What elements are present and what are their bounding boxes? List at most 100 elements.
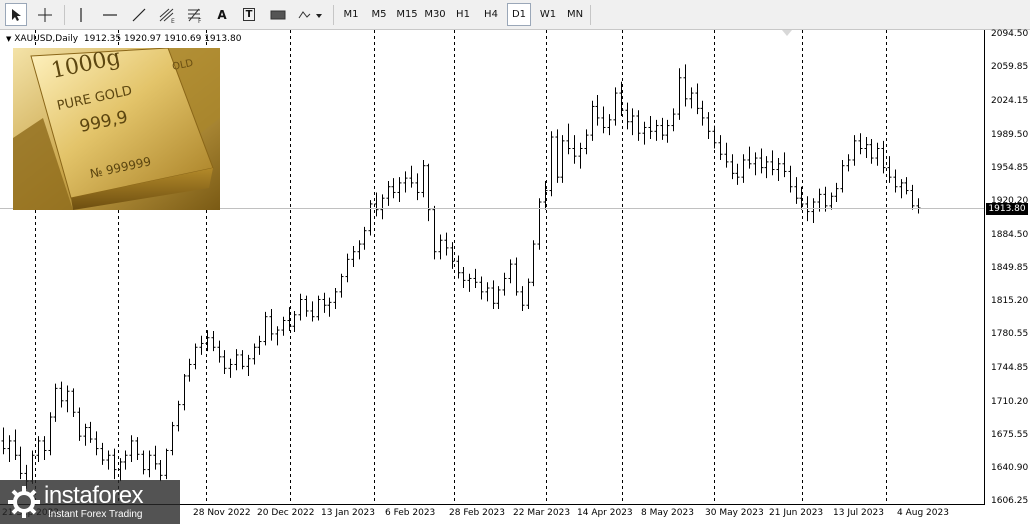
gold-bar-image: 1000g PURE GOLD 999,9 № 999999 OLD: [13, 48, 220, 210]
ohlc-bar: [461, 267, 466, 289]
price-tick-label: 1780.55: [991, 329, 1029, 340]
ohlc-bar: [537, 198, 542, 250]
ohlc-bar: [700, 100, 705, 126]
ohlc-bar: [100, 442, 105, 465]
svg-text:E: E: [171, 18, 175, 23]
ohlc-bar: [782, 152, 787, 178]
time-tick-label: 20 Dec 2022: [257, 508, 315, 518]
ohlc-bar: [409, 165, 414, 188]
ohlc-bar: [840, 159, 845, 193]
ohlc-bar: [322, 292, 327, 313]
ohlc-bar: [327, 297, 332, 317]
ohlc-bar: [118, 458, 123, 482]
ohlc-bar: [555, 129, 560, 183]
ohlc-bar: [718, 135, 723, 160]
ohlc-bar: [910, 184, 915, 210]
ohlc-bar: [630, 108, 635, 136]
ohlc-bar: [753, 152, 758, 176]
text-tool-button[interactable]: A: [211, 3, 233, 26]
price-tick-label: 1744.85: [991, 363, 1029, 374]
instaforex-watermark: instaforex Instant Forex Trading: [0, 480, 180, 524]
ohlc-bar: [59, 381, 64, 408]
timeframe-m15-button[interactable]: M15: [394, 3, 420, 26]
ohlc-bar: [187, 358, 192, 382]
ohlc-bar: [794, 177, 799, 204]
ohlc-bar: [689, 87, 694, 109]
symbol-close: 1913.80: [204, 34, 242, 44]
ohlc-bar: [514, 257, 519, 296]
ohlc-bar: [182, 374, 187, 411]
current-price-label: 1913.80: [986, 202, 1028, 215]
shapes-menu-button[interactable]: [295, 3, 325, 26]
price-tick-label: 1849.85: [991, 263, 1029, 274]
rectangle-icon: [270, 10, 286, 19]
ohlc-bar: [71, 388, 76, 418]
timeframe-m1-button[interactable]: M1: [340, 3, 362, 26]
ohlc-bar: [65, 385, 70, 413]
ohlc-bar: [584, 129, 589, 155]
ohlc-bar: [432, 205, 437, 260]
svg-text:F: F: [198, 18, 202, 23]
timeframe-m30-button[interactable]: M30: [422, 3, 448, 26]
ohlc-bar: [829, 192, 834, 210]
symbol-info: ▼ XAUUSD,Daily 1912.35 1920.97 1910.69 1…: [6, 34, 241, 44]
ohlc-bar: [193, 343, 198, 370]
ohlc-bar: [13, 429, 18, 461]
ohlc-bar: [158, 460, 163, 482]
ohlc-bar: [496, 286, 501, 310]
vertical-line-tool-button[interactable]: [70, 3, 92, 26]
horizontal-line-tool-button[interactable]: [98, 3, 122, 26]
collapse-triangle-icon[interactable]: ▼: [6, 35, 11, 43]
fibonacci-tool-button[interactable]: F: [183, 3, 207, 26]
ohlc-bar: [362, 226, 367, 250]
ohlc-bar: [875, 142, 880, 166]
ohlc-bar: [467, 273, 472, 292]
cursor-tool-button[interactable]: [5, 3, 27, 26]
timeframe-h1-button[interactable]: H1: [452, 3, 474, 26]
ohlc-bar: [386, 180, 391, 206]
chart-shift-marker[interactable]: [782, 30, 792, 36]
ohlc-bar: [147, 450, 152, 478]
ohlc-bar: [730, 154, 735, 180]
text-label-tool-button[interactable]: T: [238, 3, 260, 26]
timeframe-m5-button[interactable]: M5: [368, 3, 390, 26]
ohlc-bar: [683, 64, 688, 107]
ohlc-bar: [654, 119, 659, 141]
price-tick-label: 1989.50: [991, 129, 1029, 140]
ohlc-bar: [351, 245, 356, 267]
ohlc-bar: [339, 273, 344, 298]
ohlc-bar: [479, 276, 484, 300]
crosshair-tool-button[interactable]: [33, 3, 57, 26]
time-tick-label: 21 Jun 2023: [769, 508, 824, 518]
timeframe-d1-button[interactable]: D1: [507, 3, 531, 26]
ohlc-bar: [304, 295, 309, 317]
channel-tool-button[interactable]: E: [156, 3, 180, 26]
time-tick-label: 13 Jul 2023: [833, 508, 884, 518]
ohlc-bar: [397, 177, 402, 203]
ohlc-bar: [18, 446, 23, 480]
ohlc-bar: [893, 169, 898, 193]
timeframe-w1-button[interactable]: W1: [537, 3, 559, 26]
text-label-icon: T: [242, 8, 256, 21]
trendline-icon: [132, 8, 146, 21]
ohlc-bar: [741, 154, 746, 183]
ohlc-bar: [642, 121, 647, 145]
ohlc-bar: [42, 436, 47, 461]
ohlc-bar: [677, 68, 682, 120]
timeframe-mn-button[interactable]: MN: [563, 3, 587, 26]
ohlc-bar: [106, 450, 111, 470]
ohlc-bar: [735, 163, 740, 185]
ohlc-bar: [205, 330, 210, 352]
ohlc-bar: [176, 400, 181, 432]
toolbar-separator: [590, 5, 591, 25]
rectangle-tool-button[interactable]: [266, 3, 290, 26]
timeframe-h4-button[interactable]: H4: [480, 3, 502, 26]
ohlc-bar: [770, 150, 775, 176]
ohlc-bar: [560, 135, 565, 183]
ohlc-bar: [30, 450, 35, 484]
time-tick-label: 28 Feb 2023: [449, 508, 506, 518]
crosshair-icon: [38, 7, 52, 22]
trendline-tool-button[interactable]: [127, 3, 151, 26]
ohlc-bar: [456, 255, 461, 279]
ohlc-bar: [887, 156, 892, 183]
